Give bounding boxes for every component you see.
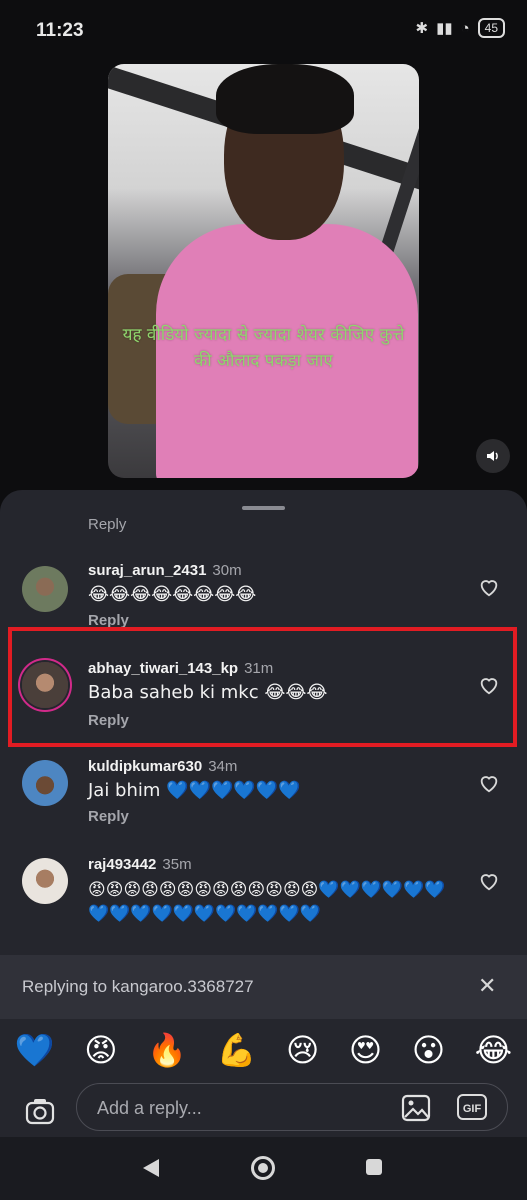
video-figure [216, 64, 354, 134]
replying-bar: Replying to kangaroo.3368727 ✕ [0, 955, 527, 1019]
comment-text: 😂😂😂😂😂😂😂😂 [88, 584, 257, 605]
emoji-crying[interactable]: 😢 [286, 1031, 319, 1069]
avatar[interactable] [22, 566, 68, 612]
heart-icon[interactable] [478, 576, 500, 598]
wifi-icon: ◔ [460, 19, 470, 37]
back-icon[interactable] [143, 1159, 159, 1177]
signal-icon: ▮▮ [436, 20, 453, 37]
camera-button[interactable] [20, 1091, 60, 1131]
reply-link[interactable]: Reply [88, 516, 126, 533]
close-icon[interactable]: ✕ [478, 973, 496, 999]
comment-username[interactable]: kuldipkumar630 [88, 758, 202, 775]
emoji-quick-bar: 💙 😡 🔥 💪 😢 😍 😮 😂 [0, 1019, 527, 1081]
comment-header: kuldipkumar630 34m [88, 758, 237, 775]
emoji-blue-heart[interactable]: 💙 [15, 1031, 55, 1069]
comment-username[interactable]: suraj_arun_2431 [88, 562, 206, 579]
reply-input-container[interactable]: GIF [76, 1083, 508, 1131]
avatar[interactable] [22, 858, 68, 904]
comment-time: 35m [162, 856, 192, 873]
replying-to-text: Replying to kangaroo.3368727 [22, 977, 254, 996]
avatar[interactable] [22, 760, 68, 806]
mute-button[interactable] [476, 439, 510, 473]
emoji-surprised[interactable]: 😮 [412, 1031, 445, 1069]
heart-icon[interactable] [478, 870, 500, 892]
reply-input[interactable] [95, 1094, 369, 1122]
reply-link[interactable]: Reply [88, 808, 129, 825]
home-icon[interactable] [251, 1156, 275, 1180]
status-time: 11:23 [36, 20, 84, 41]
comment-time: 30m [212, 562, 242, 579]
status-bar: 11:23 ✱ ▮▮ ◔ 45 [0, 0, 527, 62]
recents-icon[interactable] [366, 1159, 382, 1175]
comment-username[interactable]: raj493442 [88, 856, 156, 873]
gif-button[interactable]: GIF [457, 1094, 487, 1120]
comment-time: 34m [208, 758, 238, 775]
comment-header: suraj_arun_2431 30m [88, 562, 242, 579]
heart-icon[interactable] [478, 772, 500, 794]
bluetooth-icon: ✱ [415, 20, 429, 37]
emoji-heart-eyes[interactable]: 😍 [349, 1031, 382, 1069]
emoji-muscle[interactable]: 💪 [217, 1031, 257, 1069]
camera-icon [25, 1099, 55, 1125]
emoji-angry[interactable]: 😡 [84, 1031, 117, 1069]
system-nav-bar [0, 1137, 527, 1200]
speaker-icon [487, 451, 498, 461]
video-caption: यह वीडियो ज्यादा से ज्यादा शेयर कीजिए कु… [122, 325, 405, 371]
emoji-joy[interactable]: 😂 [475, 1031, 512, 1069]
comment-text: Jai bhim 💙💙💙💙💙💙 [88, 780, 301, 801]
comment-header: raj493442 35m [88, 856, 192, 873]
sheet-handle[interactable] [242, 506, 285, 510]
image-icon[interactable] [401, 1094, 431, 1122]
video-player[interactable]: यह वीडियो ज्यादा से ज्यादा शेयर कीजिए कु… [108, 64, 419, 478]
comment-text: 😡😡😡😡😡😡😡😡😡😡😡😡😡💙💙💙💙💙💙💙💙💙💙💙💙💙💙💙💙💙 [88, 880, 446, 924]
reply-composer: GIF [0, 1081, 527, 1137]
battery-icon: 45 [477, 18, 505, 38]
emoji-fire[interactable]: 🔥 [147, 1031, 187, 1069]
highlight-box [8, 627, 517, 747]
system-icons: ✱ ▮▮ ◔ 45 [415, 18, 505, 38]
